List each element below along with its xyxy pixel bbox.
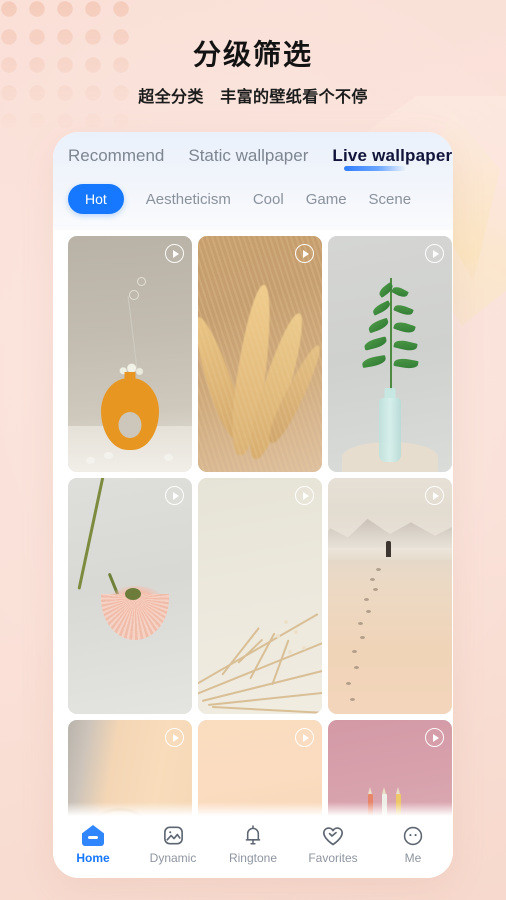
nav-label-dynamic: Dynamic xyxy=(149,851,197,865)
wallpaper-art xyxy=(68,236,192,472)
play-icon xyxy=(295,486,314,505)
tab-recommend-label: Recommend xyxy=(68,146,165,165)
wallpaper-thumb-pink-gerbera-daisy[interactable] xyxy=(68,478,192,714)
wallpaper-thumb-misty-beach-footprints[interactable] xyxy=(328,478,452,714)
wallpaper-thumb-orange-donut-vase[interactable] xyxy=(68,236,192,472)
nav-item-ringtone[interactable]: Ringtone xyxy=(219,823,287,865)
play-icon xyxy=(165,486,184,505)
home-icon xyxy=(59,823,127,848)
chip-aestheticism[interactable]: Aestheticism xyxy=(146,191,231,208)
wallpaper-item[interactable] xyxy=(328,478,452,714)
wallpaper-thumb-dried-branches[interactable] xyxy=(198,478,322,714)
nav-label-home: Home xyxy=(76,851,110,865)
chip-hot[interactable]: Hot xyxy=(68,184,124,214)
wallpaper-art xyxy=(198,478,322,714)
play-icon xyxy=(165,728,184,747)
wallpaper-item[interactable] xyxy=(68,478,192,714)
promo-title: 分级筛选 xyxy=(192,39,313,70)
app-header: Recommend Static wallpaper Live wallpape… xyxy=(53,132,453,230)
nav-item-me[interactable]: Me xyxy=(379,823,447,865)
wallpaper-art xyxy=(328,236,452,472)
category-chip-row: Hot Aestheticism Cool Game Scene xyxy=(68,184,411,214)
play-icon xyxy=(425,244,444,263)
nav-label-favorites: Favorites xyxy=(308,851,358,865)
wallpaper-item[interactable] xyxy=(198,236,322,472)
wallpaper-art xyxy=(198,236,322,472)
play-icon xyxy=(165,244,184,263)
tab-static-wallpaper[interactable]: Static wallpaper xyxy=(188,146,308,172)
wallpaper-item[interactable] xyxy=(328,236,452,472)
wallpaper-item[interactable] xyxy=(198,478,322,714)
play-icon xyxy=(295,728,314,747)
play-icon xyxy=(425,486,444,505)
tab-live-wallpaper-label: Live wallpaper xyxy=(332,146,453,165)
wallpaper-thumb-green-sprig-glass-bottle[interactable] xyxy=(328,236,452,472)
wallpaper-art xyxy=(68,478,192,714)
chip-cool[interactable]: Cool xyxy=(253,191,284,208)
promo-subtitle: 超全分类 丰富的壁纸看个不停 xyxy=(138,88,368,106)
play-icon xyxy=(295,244,314,263)
tab-bar: Recommend Static wallpaper Live wallpape… xyxy=(68,146,452,172)
nav-item-home[interactable]: Home xyxy=(59,823,127,865)
wallpaper-grid xyxy=(68,236,452,840)
nav-label-ringtone: Ringtone xyxy=(228,851,278,865)
bottom-navigation: Home Dynamic Ringtone Favorites Me xyxy=(53,816,453,878)
image-icon xyxy=(139,823,207,848)
nav-label-me: Me xyxy=(404,851,422,865)
face-icon xyxy=(379,823,447,848)
chip-scene[interactable]: Scene xyxy=(369,191,412,208)
active-tab-underline xyxy=(344,166,407,171)
wallpaper-thumb-golden-pampas-grass[interactable] xyxy=(198,236,322,472)
tab-recommend[interactable]: Recommend xyxy=(68,146,164,172)
app-screenshot-card: Recommend Static wallpaper Live wallpape… xyxy=(53,132,453,878)
bell-icon xyxy=(219,823,287,848)
heart-icon xyxy=(299,823,367,848)
tab-static-wallpaper-label: Static wallpaper xyxy=(188,146,309,165)
wallpaper-art xyxy=(328,478,452,714)
chip-game[interactable]: Game xyxy=(306,191,347,208)
nav-item-favorites[interactable]: Favorites xyxy=(299,823,367,865)
play-icon xyxy=(425,728,444,747)
nav-item-dynamic[interactable]: Dynamic xyxy=(139,823,207,865)
tab-live-wallpaper[interactable]: Live wallpaper xyxy=(332,146,452,172)
wallpaper-item[interactable] xyxy=(68,236,192,472)
promo-header: 分级筛选 超全分类 丰富的壁纸看个不停 xyxy=(0,38,506,107)
